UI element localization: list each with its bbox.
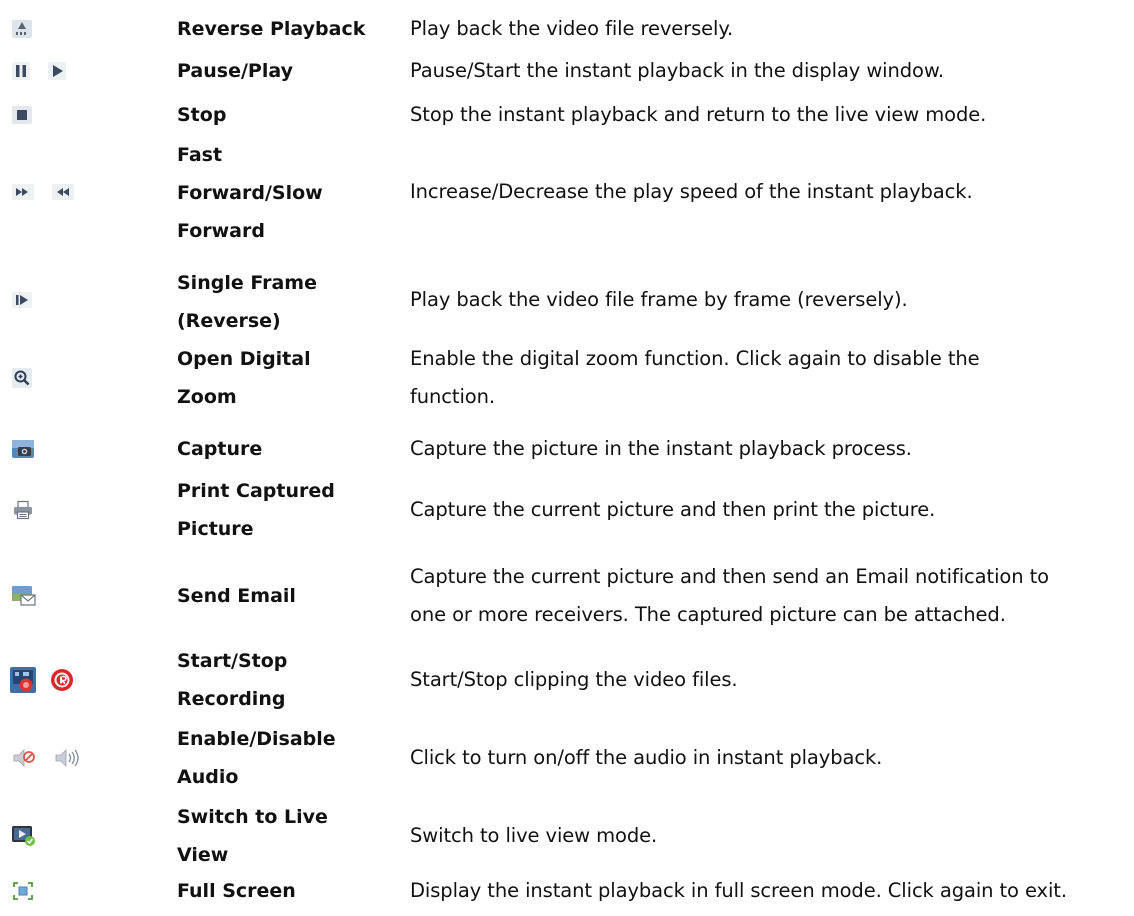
reverse-playback-icon[interactable] [12, 20, 32, 38]
row-label: Fast Forward/Slow Forward [177, 136, 407, 250]
row-description: Capture the current picture and then pri… [410, 498, 936, 521]
row-description: Capture the picture in the instant playb… [410, 437, 912, 460]
slow-forward-icon[interactable] [52, 184, 74, 200]
row-description-line: Capture the current picture and then sen… [410, 565, 1049, 588]
row-label-line: Forward [177, 220, 265, 242]
table-row: Enable/Disable Audio Click to turn on/of… [0, 720, 1134, 796]
row-label: Open Digital Zoom [177, 340, 407, 416]
row-label-line: Start/Stop [177, 650, 288, 672]
row-description: Play back the video file reversely. [410, 17, 734, 40]
row-label: Enable/Disable Audio [177, 720, 407, 796]
row-description-line: function. [410, 385, 495, 408]
table-row: Print Captured Picture Capture the curre… [0, 472, 1134, 548]
table-row: Capture Capture the picture in the insta… [0, 434, 1134, 464]
start-recording-icon[interactable] [10, 667, 36, 693]
row-description: Increase/Decrease the play speed of the … [410, 180, 973, 203]
capture-icon[interactable] [12, 440, 34, 458]
row-label-line: Print Captured [177, 480, 335, 502]
full-screen-icon[interactable] [12, 881, 34, 901]
table-row: Single Frame (Reverse) Play back the vid… [0, 264, 1134, 336]
stop-icon[interactable] [12, 106, 32, 124]
row-label-line: (Reverse) [177, 310, 281, 332]
fast-forward-icon[interactable] [12, 184, 34, 200]
row-label: Switch to Live View [177, 798, 407, 874]
digital-zoom-icon[interactable] [12, 368, 32, 388]
row-description: Play back the video file frame by frame … [410, 288, 908, 311]
row-description: Capture the current picture and then sen… [410, 558, 1134, 634]
row-label-line: Switch to Live [177, 806, 328, 828]
row-label-line: Single Frame [177, 272, 317, 294]
single-frame-icon[interactable] [12, 292, 32, 308]
table-row: Open Digital Zoom Enable the digital zoo… [0, 340, 1134, 416]
row-label-line: Fast [177, 144, 223, 166]
row-description: Click to turn on/off the audio in instan… [410, 746, 883, 769]
switch-live-view-icon[interactable] [12, 825, 36, 847]
row-label: Full Screen [177, 880, 296, 902]
play-icon[interactable] [48, 62, 66, 80]
row-label-line: Audio [177, 766, 239, 788]
row-label-line: View [177, 844, 229, 866]
row-label-line: Open Digital [177, 348, 311, 370]
row-description: Switch to live view mode. [410, 824, 658, 847]
row-label: Single Frame (Reverse) [177, 264, 407, 340]
row-label-line: Picture [177, 518, 254, 540]
table-row: Send Email Capture the current picture a… [0, 558, 1134, 634]
table-row: Stop Stop the instant playback and retur… [0, 100, 1134, 130]
table-row: Full Screen Display the instant playback… [0, 876, 1134, 906]
audio-disabled-icon[interactable] [12, 748, 36, 768]
print-icon[interactable] [12, 500, 34, 520]
send-email-icon[interactable] [12, 586, 36, 606]
row-description-line: Enable the digital zoom function. Click … [410, 347, 980, 370]
row-description-line: one or more receivers. The captured pict… [410, 603, 1006, 626]
row-label: Print Captured Picture [177, 472, 407, 548]
row-description: Pause/Start the instant playback in the … [410, 59, 945, 82]
row-description: Stop the instant playback and return to … [410, 103, 987, 126]
row-label: Send Email [177, 585, 296, 607]
row-description: Start/Stop clipping the video files. [410, 668, 738, 691]
row-label-line: Zoom [177, 386, 237, 408]
row-label: Stop [177, 104, 227, 126]
pause-icon[interactable] [12, 62, 30, 80]
row-label: Start/Stop Recording [177, 642, 407, 718]
row-description: Display the instant playback in full scr… [410, 879, 1067, 902]
table-row: Reverse Playback Play back the video fil… [0, 14, 1134, 44]
row-label-line: Enable/Disable [177, 728, 336, 750]
stop-recording-icon[interactable] [50, 668, 74, 692]
table-row: Fast Forward/Slow Forward Increase/Decre… [0, 136, 1134, 246]
row-description: Enable the digital zoom function. Click … [410, 340, 1134, 416]
row-label-line: Forward/Slow [177, 182, 323, 204]
table-row: Start/Stop Recording Start/Stop clipping… [0, 642, 1134, 718]
table-row: Switch to Live View Switch to live view … [0, 798, 1134, 874]
table-row: Pause/Play Pause/Start the instant playb… [0, 56, 1134, 86]
row-label: Reverse Playback [177, 18, 366, 40]
row-label: Pause/Play [177, 60, 293, 82]
row-label: Capture [177, 438, 263, 460]
audio-enabled-icon[interactable] [54, 748, 82, 768]
row-label-line: Recording [177, 688, 286, 710]
